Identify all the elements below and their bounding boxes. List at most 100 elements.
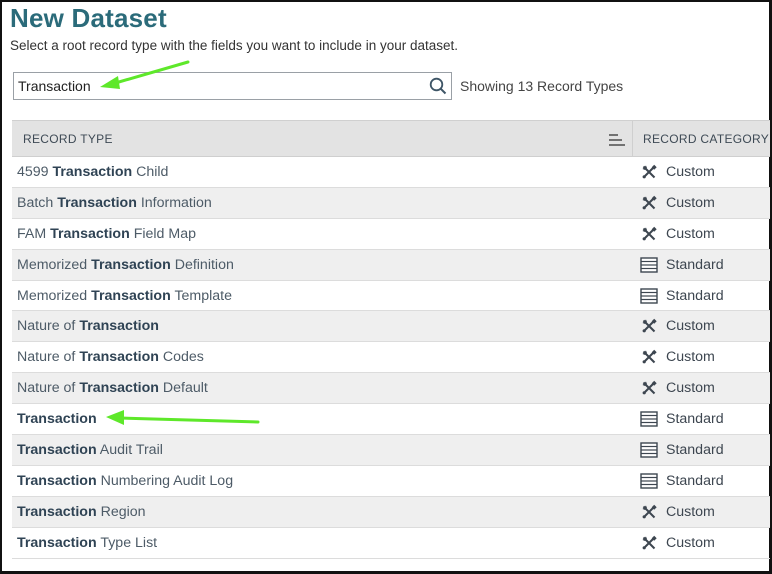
record-category-label: Custom	[666, 534, 715, 551]
record-type-cell[interactable]: Batch Transaction Information	[12, 195, 632, 211]
record-category-cell: Custom	[632, 195, 770, 211]
record-type-match: Transaction	[50, 225, 130, 242]
table-row[interactable]: Memorized Transaction Definition Standard	[12, 249, 770, 281]
record-type-suffix: Region	[96, 503, 146, 520]
search-input[interactable]	[14, 73, 424, 99]
tools-icon	[640, 349, 658, 365]
record-type-cell[interactable]: Transaction	[12, 411, 632, 427]
record-type-match: Transaction	[17, 503, 97, 520]
record-type-suffix: Information	[136, 194, 212, 211]
record-type-suffix: Codes	[158, 349, 204, 366]
record-type-suffix: Template	[170, 287, 233, 304]
record-category-cell: Standard	[632, 288, 770, 304]
column-header-record-category[interactable]: RECORD CATEGORY	[632, 121, 770, 156]
record-category-cell: Custom	[632, 318, 770, 334]
tools-icon	[640, 318, 658, 334]
table-row[interactable]: Nature of Transaction Codes Custom	[12, 342, 770, 374]
record-type-match: Transaction	[17, 534, 97, 551]
tools-icon	[640, 535, 658, 551]
table-row[interactable]: 4599 Transaction Child Custom	[12, 157, 770, 188]
record-category-label: Custom	[666, 380, 715, 397]
table-row[interactable]: Transaction Standard	[12, 404, 770, 436]
record-type-prefix: Memorized	[17, 256, 92, 273]
record-type-suffix: Child	[132, 163, 169, 180]
page-subtitle: Select a root record type with the field…	[10, 38, 458, 53]
record-list-icon	[640, 256, 658, 273]
record-list-icon	[640, 442, 658, 458]
record-type-match: Transaction	[17, 472, 97, 489]
record-type-cell[interactable]: Transaction Type List	[12, 535, 632, 551]
record-type-match: Transaction	[52, 163, 133, 180]
search-icon[interactable]	[429, 77, 447, 95]
record-type-cell[interactable]: Memorized Transaction Template	[12, 288, 632, 304]
search-box[interactable]	[13, 72, 452, 100]
record-category-label: Custom	[666, 163, 715, 180]
record-type-prefix: Memorized	[17, 287, 92, 304]
page-title: New Dataset	[10, 3, 167, 33]
column-header-record-type[interactable]: RECORD TYPE	[12, 121, 632, 156]
table-row[interactable]: Memorized Transaction Template Standard	[12, 281, 770, 312]
record-type-suffix: Audit Trail	[96, 441, 163, 458]
record-category-cell: Custom	[632, 380, 770, 396]
record-type-prefix: 4599	[17, 163, 53, 180]
record-type-cell[interactable]: Memorized Transaction Definition	[12, 257, 632, 273]
record-type-match: Transaction	[79, 380, 159, 397]
record-list-icon	[640, 473, 658, 489]
record-category-cell: Custom	[632, 349, 770, 365]
record-category-cell: Standard	[632, 411, 770, 427]
record-type-suffix: Type List	[96, 534, 158, 551]
table-row[interactable]: Nature of Transaction Custom	[12, 311, 770, 343]
table-row[interactable]: Batch Transaction Information Custom	[12, 187, 770, 219]
record-count-text: Showing 13 Record Types	[460, 78, 624, 94]
table-row[interactable]: Transaction Type List Custom	[12, 528, 770, 559]
record-type-cell[interactable]: Transaction Region	[12, 504, 632, 520]
record-category-cell: Custom	[632, 164, 770, 180]
record-type-cell[interactable]: Nature of Transaction Default	[12, 380, 632, 396]
record-category-cell: Custom	[632, 535, 770, 551]
record-type-suffix: Numbering Audit Log	[96, 472, 234, 489]
table-row[interactable]: Transaction Numbering Audit Log Standard	[12, 466, 770, 497]
record-category-cell: Standard	[632, 257, 770, 273]
record-type-cell[interactable]: FAM Transaction Field Map	[12, 226, 632, 242]
record-type-cell[interactable]: 4599 Transaction Child	[12, 164, 632, 180]
record-type-match: Transaction	[79, 349, 159, 366]
record-category-cell: Standard	[632, 473, 770, 489]
record-type-match: Transaction	[91, 287, 171, 304]
record-type-prefix: FAM	[17, 225, 51, 242]
record-category-cell: Custom	[632, 504, 770, 520]
record-type-match: Transaction	[79, 318, 159, 335]
record-type-prefix: Nature of	[17, 380, 80, 397]
table-header: RECORD TYPE RECORD CATEGORY	[12, 120, 770, 157]
sort-icon[interactable]	[608, 133, 626, 147]
record-category-cell: Custom	[632, 226, 770, 242]
tools-icon	[640, 504, 658, 520]
record-type-cell[interactable]: Transaction Numbering Audit Log	[12, 473, 632, 489]
record-type-prefix: Batch	[17, 194, 58, 211]
record-category-label: Standard	[666, 256, 724, 273]
record-type-match: Transaction	[57, 194, 137, 211]
record-type-cell[interactable]: Transaction Audit Trail	[12, 442, 632, 458]
table-row[interactable]: Transaction Audit Trail Standard	[12, 435, 770, 466]
tools-icon	[640, 380, 658, 396]
record-category-label: Custom	[666, 503, 715, 520]
tools-icon	[640, 195, 658, 211]
record-list-icon	[640, 287, 658, 304]
table-row[interactable]: Transaction Region Custom	[12, 496, 770, 528]
tools-icon	[640, 164, 658, 180]
column-header-record-type-label: RECORD TYPE	[23, 132, 113, 146]
record-category-label: Standard	[666, 411, 724, 428]
record-type-match: Transaction	[17, 441, 97, 458]
table-body: 4599 Transaction Child Custom Batch Transa…	[12, 157, 770, 559]
record-type-match: Transaction	[91, 256, 171, 273]
record-type-suffix: Definition	[170, 256, 234, 273]
record-type-suffix: Default	[158, 380, 208, 397]
table-row[interactable]: Nature of Transaction Default Custom	[12, 373, 770, 405]
record-category-label: Custom	[666, 318, 715, 335]
record-type-cell[interactable]: Nature of Transaction	[12, 318, 632, 334]
record-category-label: Standard	[666, 441, 724, 458]
record-category-cell: Standard	[632, 442, 770, 458]
record-category-label: Standard	[666, 287, 724, 304]
record-type-cell[interactable]: Nature of Transaction Codes	[12, 349, 632, 365]
table-row[interactable]: FAM Transaction Field Map Custom	[12, 219, 770, 250]
record-category-label: Custom	[666, 194, 715, 211]
